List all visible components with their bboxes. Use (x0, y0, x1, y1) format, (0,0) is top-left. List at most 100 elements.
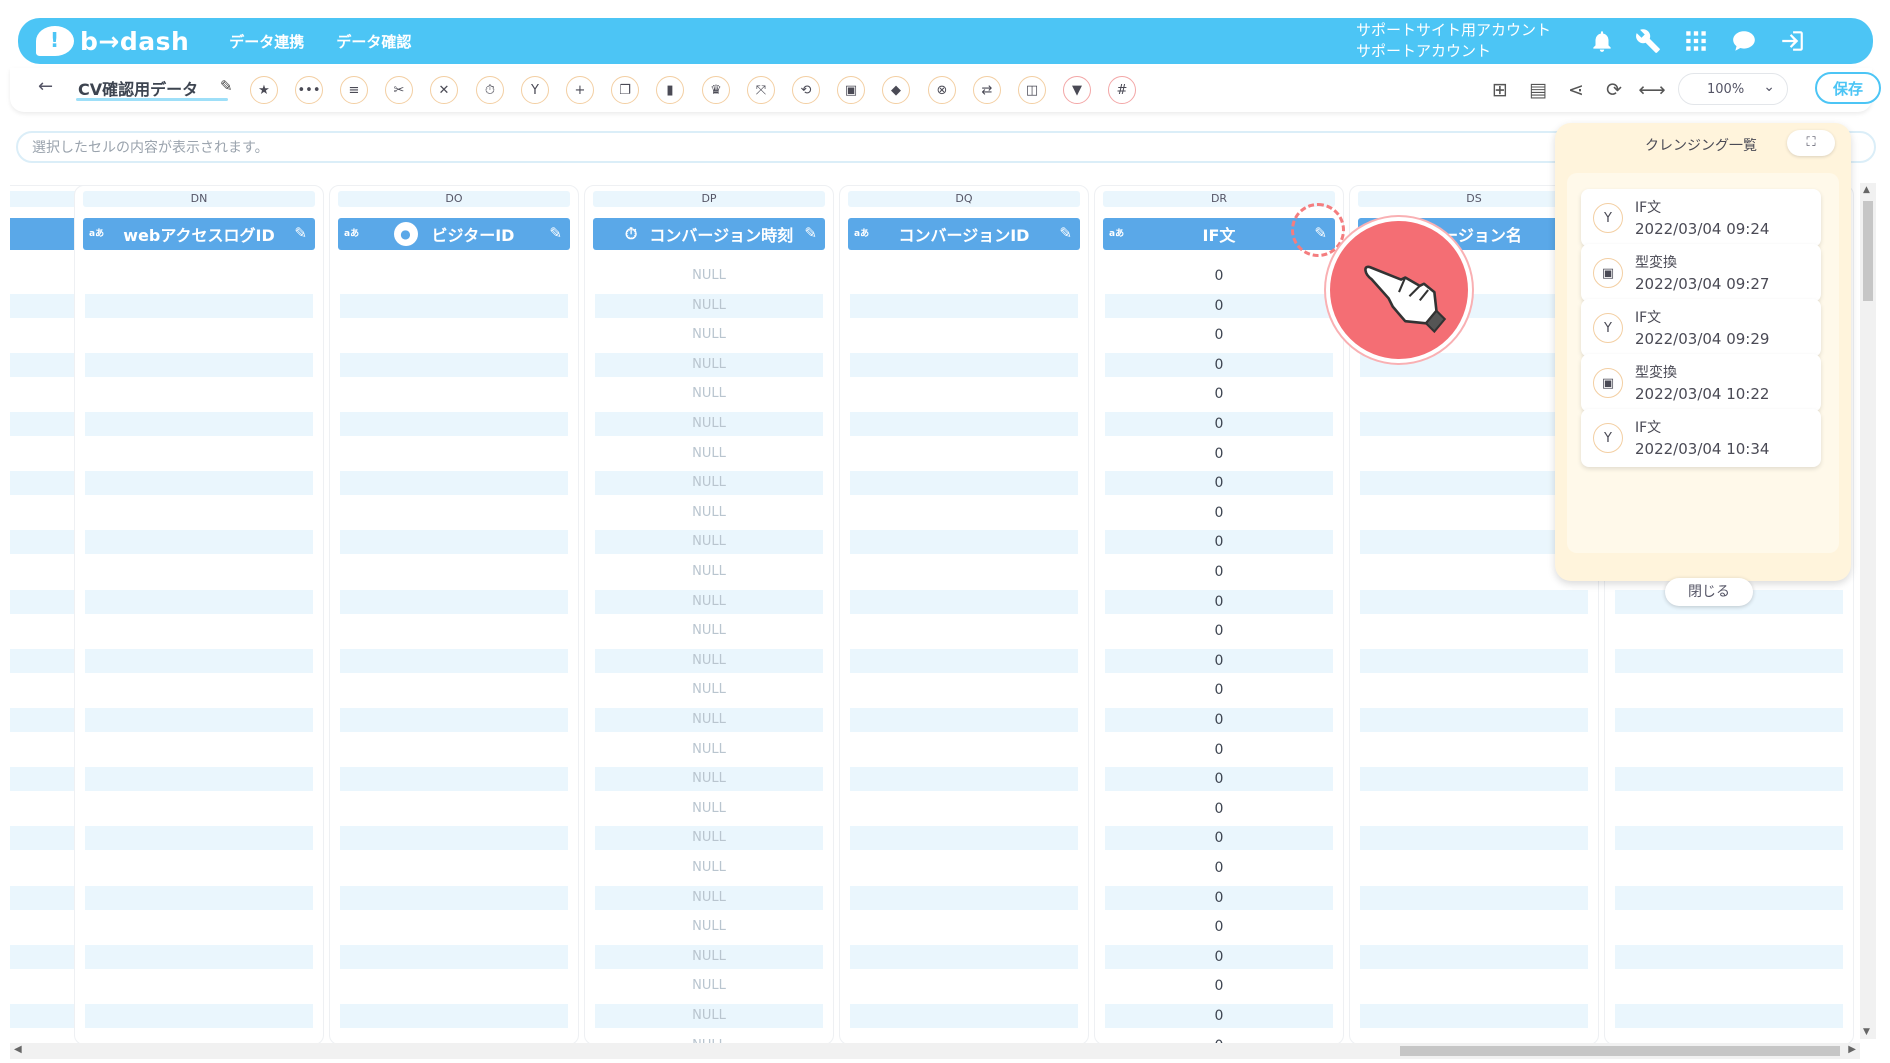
table-cell[interactable]: NULL (595, 442, 823, 466)
column-letter[interactable]: DO (338, 191, 570, 207)
table-cell[interactable]: NULL (595, 826, 823, 851)
table-cell[interactable] (85, 530, 313, 555)
loop-icon[interactable]: ⟲ (792, 76, 820, 104)
table-cell[interactable]: NULL (595, 1004, 823, 1028)
table-cell[interactable]: NULL (595, 264, 823, 288)
table-cell[interactable]: NULL (595, 382, 823, 406)
table-cell[interactable] (340, 708, 568, 732)
table-cell[interactable]: 0 (1105, 471, 1333, 496)
share-icon[interactable]: ⋖ (1562, 76, 1590, 104)
nav-data-integration[interactable]: データ連携 (229, 31, 304, 52)
scroll-up-icon[interactable]: ▲ (1863, 185, 1870, 195)
expand-icon[interactable]: ⤧ (747, 76, 775, 104)
table-cell[interactable] (850, 530, 1078, 555)
frame-icon[interactable]: ◫ (1018, 76, 1046, 104)
table-cell[interactable]: 0 (1105, 412, 1333, 436)
table-cell[interactable]: 0 (1105, 648, 1333, 673)
cleansing-item[interactable]: ▣ 型変換 2022/03/04 09:27 (1581, 244, 1821, 302)
cleansing-item[interactable]: Y IF文 2022/03/04 09:29 (1581, 299, 1821, 357)
vertical-scrollbar[interactable]: ▲ ▼ (1860, 183, 1876, 1039)
close-button[interactable]: 閉じる (1665, 578, 1753, 606)
column-letter[interactable]: DP (593, 191, 825, 207)
table-cell[interactable] (85, 293, 313, 318)
table-cell[interactable] (85, 767, 313, 792)
table-cell[interactable]: NULL (595, 1034, 823, 1043)
column-header[interactable]: aあ webアクセスログID ✎ (83, 218, 315, 250)
edit-column-icon[interactable]: ✎ (804, 224, 817, 242)
table-cell[interactable] (1360, 648, 1588, 673)
logo[interactable]: b→dash (36, 26, 189, 56)
scroll-left-icon[interactable]: ◀ (14, 1044, 22, 1055)
table-cell[interactable]: 0 (1105, 915, 1333, 939)
table-cell[interactable]: NULL (595, 974, 823, 998)
table-cell[interactable] (1615, 944, 1843, 969)
table-cell[interactable]: NULL (595, 589, 823, 614)
table-cell[interactable]: 0 (1105, 944, 1333, 969)
panel-expand-icon[interactable]: ⛶ (1787, 130, 1835, 156)
column-letter[interactable]: DR (1103, 191, 1335, 207)
table-cell[interactable]: 0 (1105, 323, 1333, 347)
apps-grid-icon[interactable] (1680, 25, 1712, 57)
table-cell[interactable]: 0 (1105, 797, 1333, 821)
column-letter[interactable]: DQ (848, 191, 1080, 207)
logout-icon[interactable] (1776, 25, 1808, 57)
plus-icon[interactable]: + (566, 76, 594, 104)
table-cell[interactable] (85, 352, 313, 377)
table-cell[interactable]: NULL (595, 856, 823, 880)
table-cell[interactable]: 0 (1105, 442, 1333, 466)
table-cell[interactable] (340, 648, 568, 673)
scissors-icon[interactable]: ✂ (385, 76, 413, 104)
table-cell[interactable] (340, 885, 568, 910)
table-cell[interactable] (1360, 530, 1588, 555)
scroll-right-icon[interactable]: ▶ (1848, 1044, 1856, 1055)
code-icon[interactable]: ⟷ (1638, 76, 1666, 104)
table-cell[interactable] (85, 471, 313, 496)
replace-icon[interactable]: ⇄ (973, 76, 1001, 104)
table-cell[interactable] (85, 885, 313, 910)
table-cell[interactable]: NULL (595, 797, 823, 821)
table-cell[interactable] (85, 589, 313, 614)
horizontal-scroll-thumb[interactable] (1400, 1046, 1840, 1056)
rename-pencil-icon[interactable]: ✎ (220, 77, 233, 95)
grid-icon[interactable]: # (1108, 76, 1136, 104)
table-cell[interactable]: 0 (1105, 678, 1333, 702)
table-cell[interactable] (1360, 1004, 1588, 1028)
table-cell[interactable] (1360, 412, 1588, 436)
table-cell[interactable]: 0 (1105, 264, 1333, 288)
type-convert-icon[interactable]: ▣ (837, 76, 865, 104)
table-cell[interactable] (340, 530, 568, 555)
cube-icon[interactable]: ◆ (882, 76, 910, 104)
table-cell[interactable]: NULL (595, 530, 823, 555)
table-cell[interactable]: 0 (1105, 1004, 1333, 1028)
table-cell[interactable] (340, 412, 568, 436)
account-info[interactable]: サポートサイト用アカウント サポートアカウント (1356, 20, 1551, 62)
vertical-scroll-thumb[interactable] (1863, 201, 1873, 301)
table-cell[interactable] (850, 352, 1078, 377)
table-cell[interactable]: 0 (1105, 708, 1333, 732)
table-cell[interactable] (1360, 589, 1588, 614)
clipboard-icon[interactable]: ▤ (1524, 76, 1552, 104)
table-cell[interactable]: 0 (1105, 352, 1333, 377)
list-icon[interactable]: ≡ (340, 76, 368, 104)
table-cell[interactable] (1360, 708, 1588, 732)
table-cell[interactable] (85, 826, 313, 851)
cancel-icon[interactable]: ⊗ (928, 76, 956, 104)
scroll-down-icon[interactable]: ▼ (1863, 1027, 1870, 1037)
table-cell[interactable] (340, 589, 568, 614)
table-cell[interactable] (340, 826, 568, 851)
copy-icon[interactable]: ❐ (611, 76, 639, 104)
table-cell[interactable] (85, 648, 313, 673)
cleansing-item[interactable]: ▣ 型変換 2022/03/04 10:22 (1581, 354, 1821, 412)
table-cell[interactable]: 0 (1105, 767, 1333, 792)
table-cell[interactable]: 0 (1105, 619, 1333, 643)
table-cell[interactable] (1360, 826, 1588, 851)
table-cell[interactable] (85, 708, 313, 732)
edit-column-icon[interactable]: ✎ (549, 224, 562, 242)
table-cell[interactable]: NULL (595, 352, 823, 377)
edit-column-icon[interactable]: ✎ (1059, 224, 1072, 242)
page-title[interactable]: CV確認用データ (78, 80, 198, 99)
table-cell[interactable]: 0 (1105, 293, 1333, 318)
table-cell[interactable]: NULL (595, 619, 823, 643)
table-cell[interactable] (850, 648, 1078, 673)
table-cell[interactable] (1615, 708, 1843, 732)
